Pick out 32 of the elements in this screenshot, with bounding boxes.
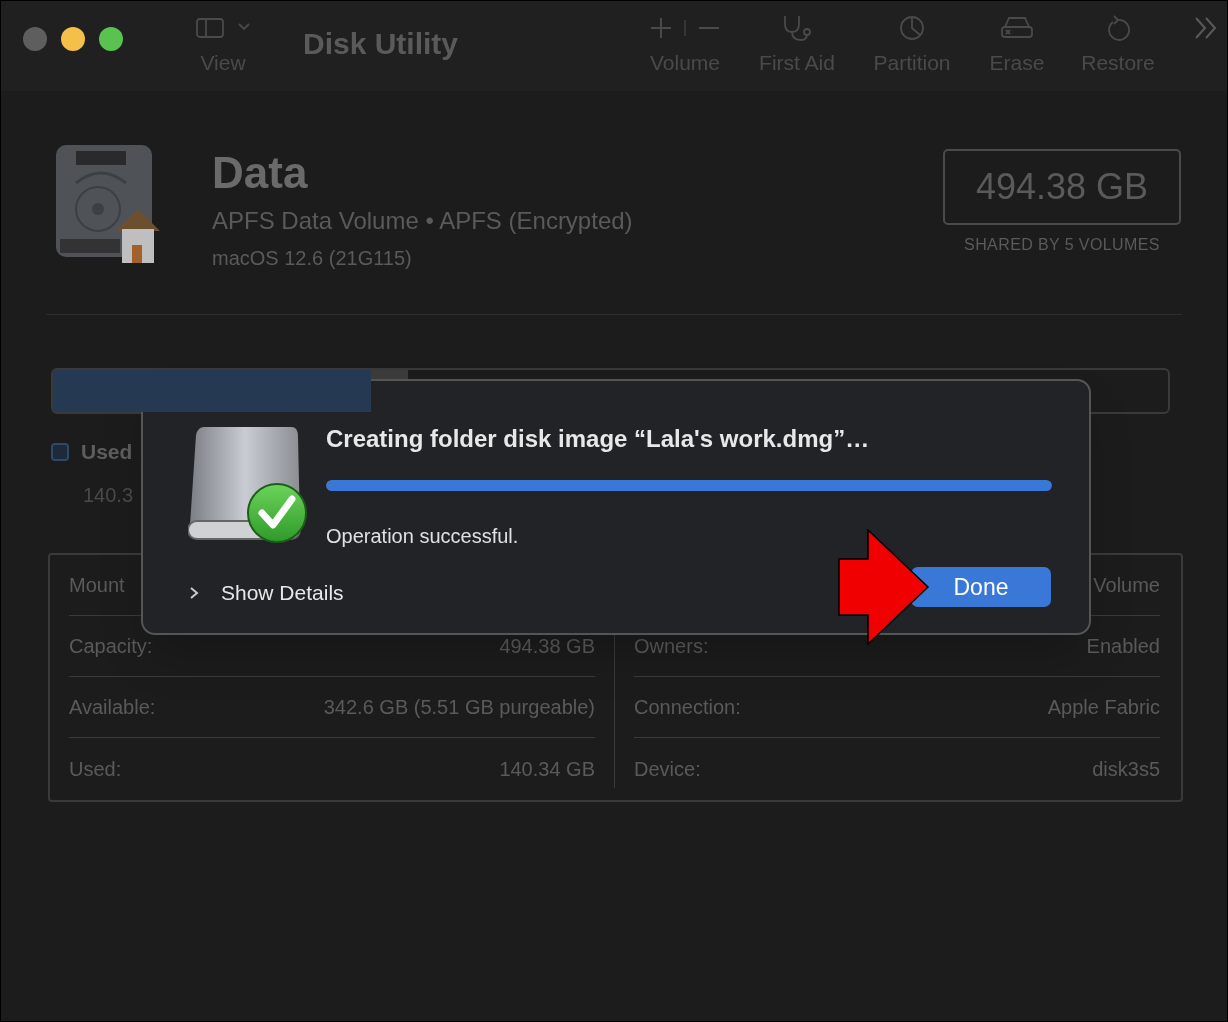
info-label: Available:	[69, 695, 156, 721]
info-label: Device:	[634, 756, 701, 782]
info-value: 494.38 GB	[499, 633, 595, 659]
info-value: 140.34 GB	[499, 756, 595, 782]
info-value: disk3s5	[1092, 756, 1160, 782]
info-value: 342.6 GB (5.51 GB purgeable)	[323, 695, 595, 721]
info-label: Capacity:	[69, 633, 153, 659]
shared-label: SHARED BY 5 VOLUMES	[964, 235, 1160, 255]
info-value: Volume	[1093, 572, 1160, 598]
minimize-button[interactable]	[61, 27, 85, 51]
close-button[interactable]	[23, 27, 47, 51]
done-button[interactable]: Done	[911, 567, 1051, 607]
volume-subtitle: APFS Data Volume • APFS (Encrypted)	[212, 206, 634, 236]
dialog-title: Creating folder disk image “Lala's work.dmg”…	[326, 424, 870, 454]
capacity-box: 494.38 GB	[943, 149, 1181, 225]
info-label: Connection:	[634, 695, 741, 721]
info-label: Used:	[69, 756, 122, 782]
pie-chart-icon	[898, 13, 926, 43]
legend-swatch	[51, 442, 69, 461]
show-details-button[interactable]: Show Details	[187, 577, 344, 609]
info-label: Owners:	[634, 633, 709, 659]
info-value: Enabled	[1086, 633, 1160, 659]
window-title: Disk Utility	[303, 26, 460, 62]
chevron-icon[interactable]	[1193, 15, 1219, 41]
status-text: Operation successful.	[326, 524, 519, 549]
volume-name: Data	[212, 149, 309, 197]
legend-label: Used	[81, 439, 133, 465]
os-version: macOS 12.6 (21G115)	[212, 246, 413, 271]
info-label: Mount	[69, 572, 125, 598]
info-value: Apple Fabric	[1047, 695, 1160, 721]
restore-icon	[1105, 13, 1131, 43]
zoom-button[interactable]	[99, 27, 123, 51]
